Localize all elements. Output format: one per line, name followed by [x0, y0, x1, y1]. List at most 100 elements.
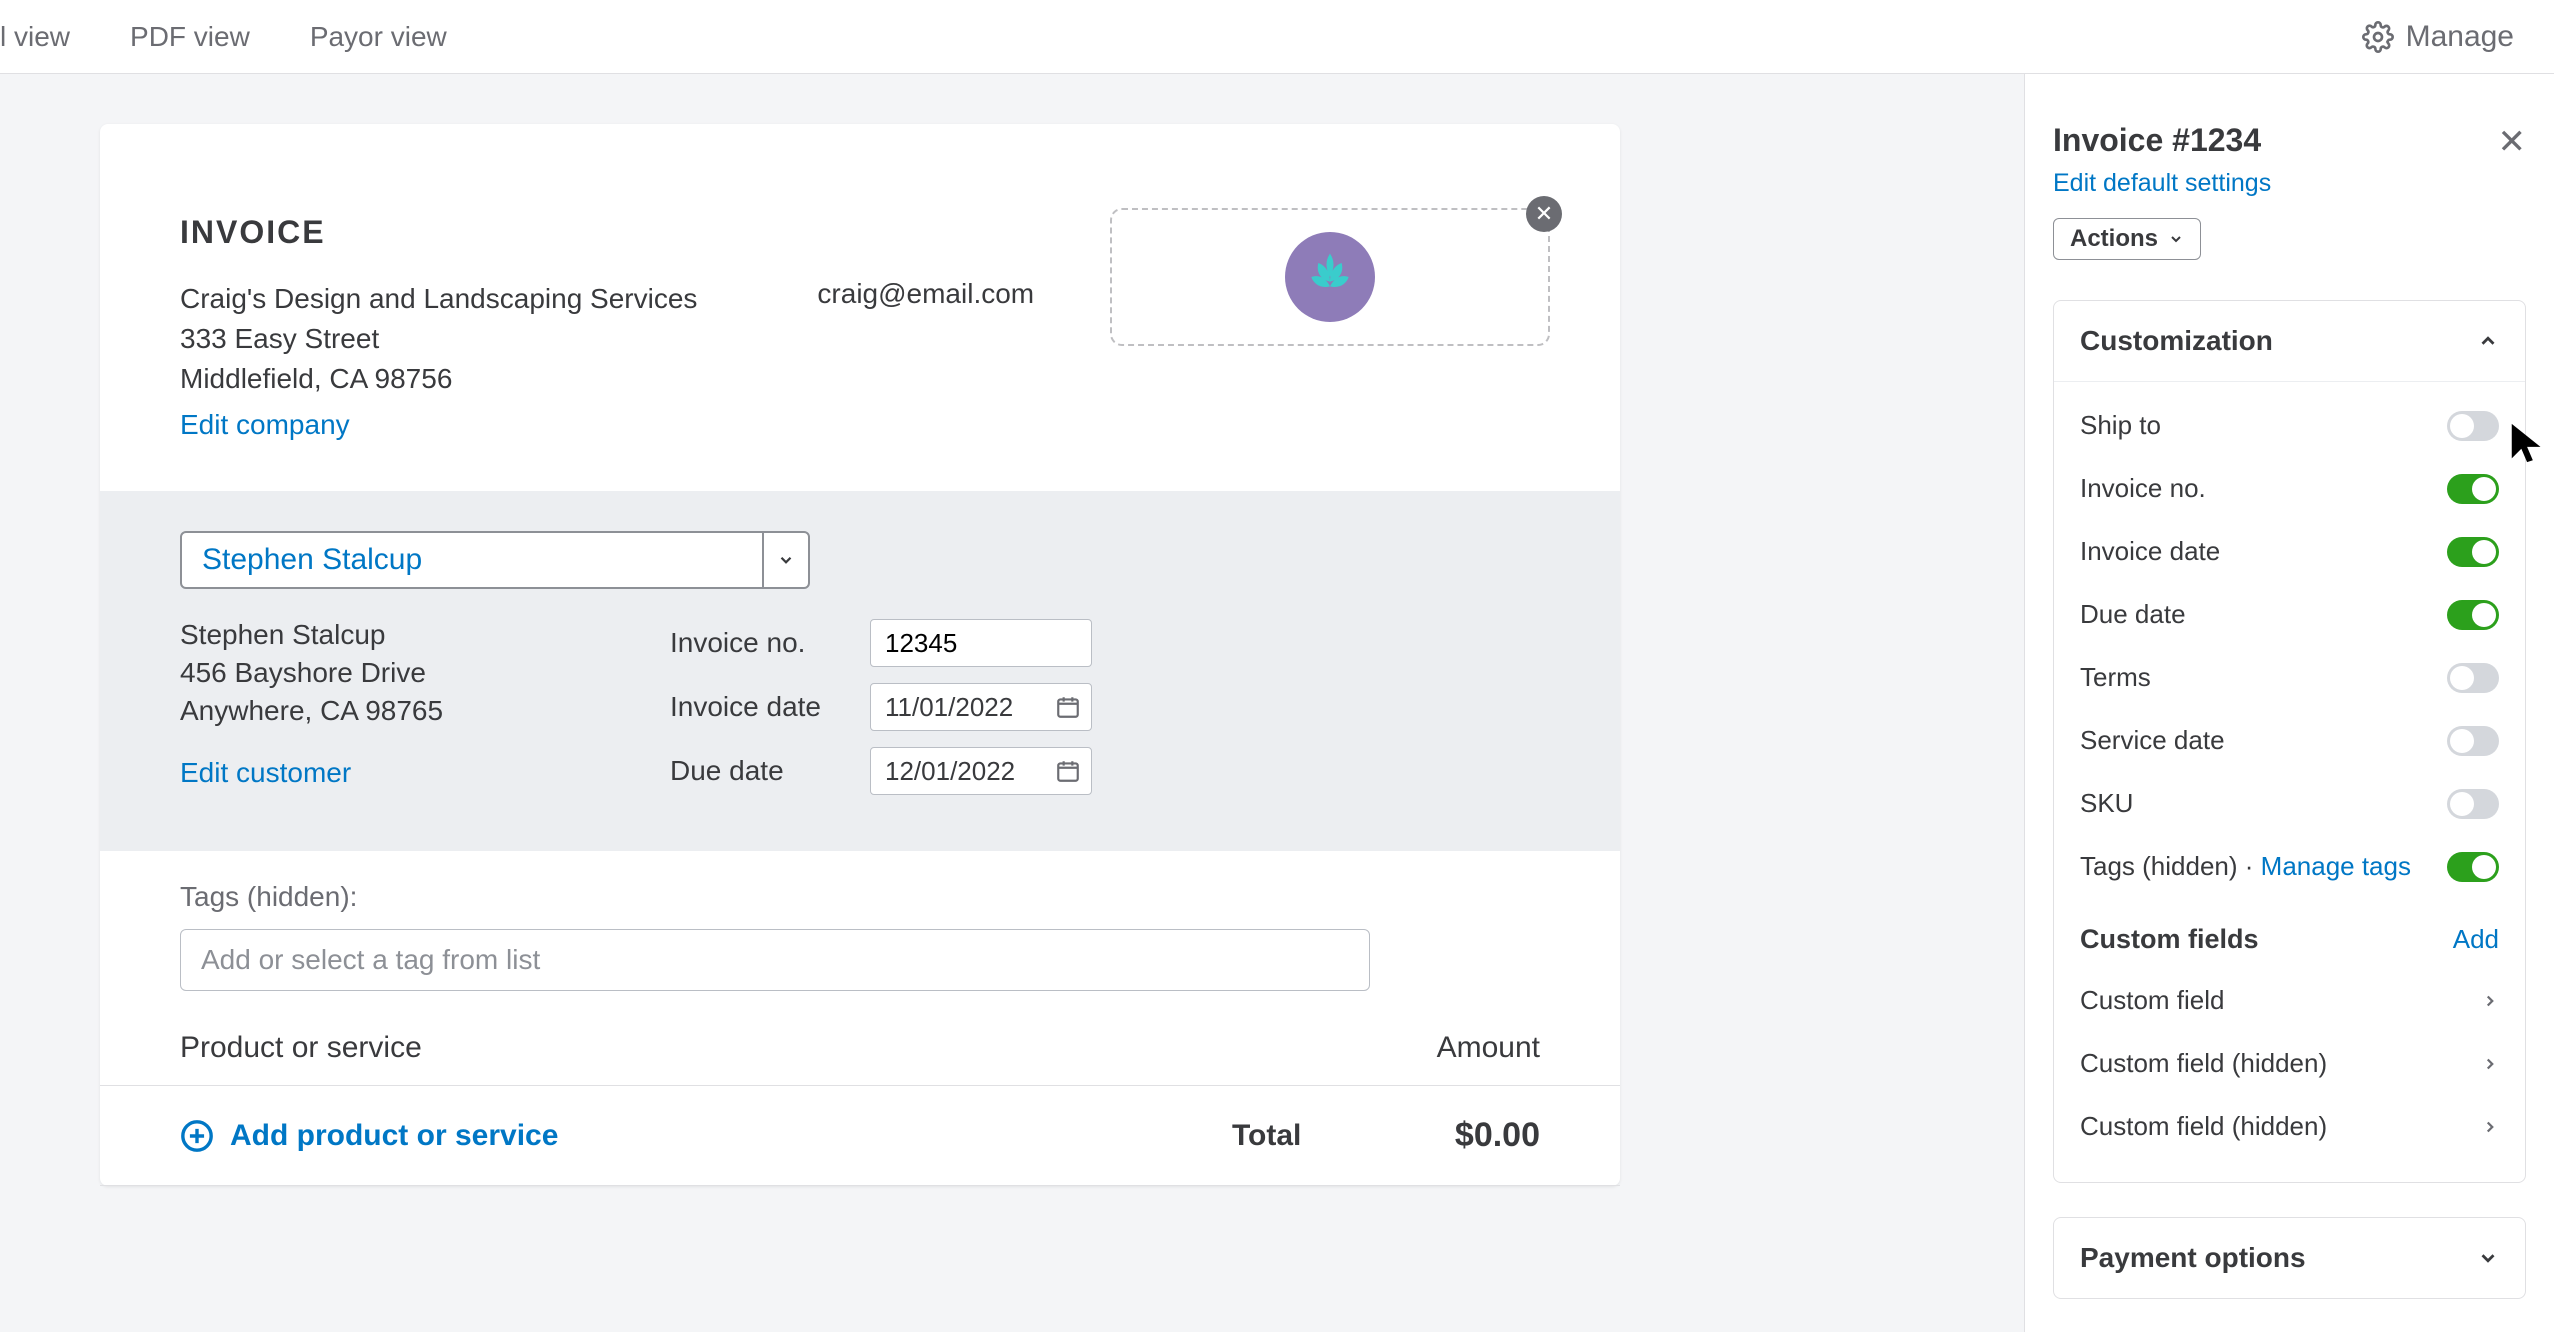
company-citystate: Middlefield, CA 98756: [180, 363, 697, 395]
panel-title: Invoice #1234: [2053, 122, 2271, 159]
toggle-row-service-date: Service date: [2080, 709, 2499, 772]
company-email: craig@email.com: [817, 214, 1034, 441]
tags-input[interactable]: Add or select a tag from list: [180, 929, 1370, 991]
logo-image: [1285, 232, 1375, 322]
gear-icon: [2362, 21, 2394, 53]
manage-link[interactable]: Manage: [2362, 20, 2514, 54]
customer-street: 456 Bayshore Drive: [180, 657, 670, 689]
payment-options-header[interactable]: Payment options: [2054, 1218, 2525, 1298]
toggle-label: Ship to: [2080, 410, 2447, 441]
toggle-row-invoice-date: Invoice date: [2080, 520, 2499, 583]
chevron-right-icon: [2481, 992, 2499, 1010]
invoice-date-label: Invoice date: [670, 691, 870, 723]
toggle-row-terms: Terms: [2080, 646, 2499, 709]
payment-options-accordion: Payment options: [2053, 1217, 2526, 1299]
topbar-tabs: l view PDF view Payor view: [0, 21, 447, 53]
chevron-right-icon: [2481, 1055, 2499, 1073]
custom-field-row[interactable]: Custom field (hidden): [2080, 1095, 2499, 1158]
chevron-down-icon: [2168, 231, 2184, 247]
custom-fields-title: Custom fields: [2080, 924, 2453, 955]
toggle-switch[interactable]: [2447, 789, 2499, 819]
custom-field-label: Custom field (hidden): [2080, 1111, 2327, 1142]
due-date-label: Due date: [670, 755, 870, 787]
manage-label: Manage: [2406, 20, 2514, 54]
close-panel-button[interactable]: ✕: [2498, 122, 2527, 162]
tags-label: Tags (hidden):: [180, 881, 1540, 913]
invoice-no-input[interactable]: [870, 619, 1092, 667]
chevron-down-icon: [2477, 1247, 2499, 1269]
tab-pdf-view[interactable]: PDF view: [130, 21, 250, 53]
custom-field-label: Custom field: [2080, 985, 2225, 1016]
custom-field-row[interactable]: Custom field (hidden): [2080, 1032, 2499, 1095]
custom-field-label: Custom field (hidden): [2080, 1048, 2327, 1079]
chevron-up-icon: [2477, 330, 2499, 352]
toggle-row-invoice-no-: Invoice no.: [2080, 457, 2499, 520]
manage-tags-link[interactable]: Manage tags: [2261, 851, 2411, 881]
due-date-input[interactable]: 12/01/2022: [870, 747, 1092, 795]
actions-button[interactable]: Actions: [2053, 218, 2201, 260]
tab-payor-view[interactable]: Payor view: [310, 21, 447, 53]
toggle-switch[interactable]: [2447, 663, 2499, 693]
company-street: 333 Easy Street: [180, 323, 697, 355]
invoice-no-label: Invoice no.: [670, 627, 870, 659]
invoice-card: INVOICE Craig's Design and Landscaping S…: [100, 124, 1620, 1186]
customer-select-dropdown-button[interactable]: [762, 533, 808, 587]
chevron-down-icon: [777, 551, 795, 569]
toggle-switch[interactable]: [2447, 411, 2499, 441]
edit-default-settings-link[interactable]: Edit default settings: [2053, 169, 2271, 198]
toggle-label: Invoice no.: [2080, 473, 2447, 504]
customer-select[interactable]: Stephen Stalcup: [180, 531, 810, 589]
customer-citystate: Anywhere, CA 98765: [180, 695, 670, 727]
due-date-value: 12/01/2022: [885, 756, 1015, 787]
toggle-row-sku: SKU: [2080, 772, 2499, 835]
edit-company-link[interactable]: Edit company: [180, 409, 697, 441]
tab-email-view[interactable]: l view: [0, 21, 70, 53]
toggle-switch[interactable]: [2447, 852, 2499, 882]
calendar-icon: [1055, 694, 1081, 720]
toggle-row-ship-to: Ship to: [2080, 394, 2499, 457]
add-product-label: Add product or service: [230, 1119, 558, 1153]
invoice-date-input[interactable]: 11/01/2022: [870, 683, 1092, 731]
toggle-label: Invoice date: [2080, 536, 2447, 567]
column-product: Product or service: [180, 1031, 1320, 1065]
total-label: Total: [1078, 1119, 1455, 1153]
toggle-label: Terms: [2080, 662, 2447, 693]
canvas-area: INVOICE Craig's Design and Landscaping S…: [0, 74, 2024, 1332]
custom-field-row[interactable]: Custom field: [2080, 969, 2499, 1032]
customization-header[interactable]: Customization: [2054, 301, 2525, 382]
toggle-label: Due date: [2080, 599, 2447, 630]
toggle-label: SKU: [2080, 788, 2447, 819]
close-icon: ✕: [2498, 123, 2527, 161]
company-name: Craig's Design and Landscaping Services: [180, 283, 697, 315]
lotus-icon: [1302, 249, 1358, 305]
customer-select-value: Stephen Stalcup: [182, 533, 762, 587]
topbar: l view PDF view Payor view Manage: [0, 0, 2554, 74]
customer-name: Stephen Stalcup: [180, 619, 670, 651]
toggle-label: Service date: [2080, 725, 2447, 756]
calendar-icon: [1055, 758, 1081, 784]
tags-placeholder: Add or select a tag from list: [201, 944, 540, 976]
close-icon: ✕: [1535, 201, 1553, 227]
logo-dropzone[interactable]: ✕: [1110, 208, 1550, 346]
remove-logo-button[interactable]: ✕: [1526, 196, 1562, 232]
invoice-date-value: 11/01/2022: [885, 692, 1013, 723]
column-amount: Amount: [1320, 1031, 1540, 1065]
edit-customer-link[interactable]: Edit customer: [180, 757, 670, 789]
toggle-switch[interactable]: [2447, 600, 2499, 630]
customization-accordion: Customization Ship to Invoice no. Invoic…: [2053, 300, 2526, 1183]
chevron-right-icon: [2481, 1118, 2499, 1136]
customization-title: Customization: [2080, 325, 2273, 357]
plus-circle-icon: [180, 1119, 214, 1153]
right-panel: Invoice #1234 Edit default settings Acti…: [2024, 74, 2554, 1332]
actions-label: Actions: [2070, 225, 2158, 253]
toggle-switch[interactable]: [2447, 537, 2499, 567]
toggle-row-due-date: Due date: [2080, 583, 2499, 646]
toggle-switch[interactable]: [2447, 726, 2499, 756]
payment-options-title: Payment options: [2080, 1242, 2306, 1274]
toggle-label: Tags (hidden) · Manage tags: [2080, 851, 2447, 882]
add-product-button[interactable]: Add product or service: [180, 1119, 558, 1153]
add-custom-field-link[interactable]: Add: [2453, 924, 2499, 955]
toggle-switch[interactable]: [2447, 474, 2499, 504]
toggle-row-tags-hidden: Tags (hidden) · Manage tags: [2080, 835, 2499, 898]
total-amount: $0.00: [1455, 1116, 1540, 1155]
